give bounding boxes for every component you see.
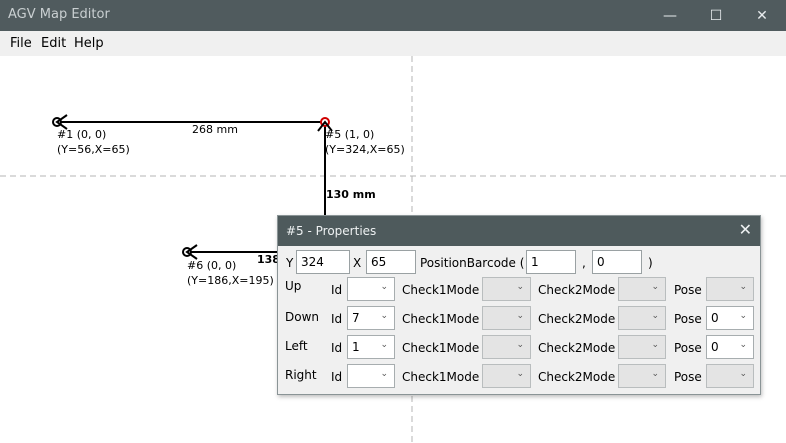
row-left-pose-label: Pose — [674, 341, 702, 355]
row-right-check2-label: Check2Mode — [538, 370, 616, 384]
row-up-id-label: Id — [331, 283, 343, 297]
row-down-check1-select[interactable]: ⌄ — [482, 306, 531, 330]
edge-label-1-5: 268 mm — [192, 123, 238, 136]
row-left-pose-value: 0 — [711, 340, 719, 354]
row-down-check2-label: Check2Mode — [538, 312, 616, 326]
row-right-id-select[interactable]: ⌄ — [347, 364, 395, 388]
menu-bar: File Edit Help — [0, 31, 786, 56]
chevron-down-icon: ⌄ — [380, 369, 388, 379]
title-bar: AGV Map Editor — ☐ ✕ — [0, 0, 786, 31]
node-1-label: #1 (0, 0) (Y=56,X=65) — [57, 127, 130, 157]
chevron-down-icon: ⌄ — [380, 282, 388, 292]
row-left-id-select[interactable]: 1 ⌄ — [347, 335, 395, 359]
row-down-pose-value: 0 — [711, 311, 719, 325]
x-input[interactable]: 65 — [366, 250, 416, 274]
row-left-pose-select[interactable]: 0 ⌄ — [706, 335, 754, 359]
edge-label-5-vertical: 130 mm — [326, 188, 376, 201]
chevron-down-icon: ⌄ — [739, 282, 747, 292]
row-left-check2-label: Check2Mode — [538, 341, 616, 355]
node-6-coords: (Y=186,X=195) — [187, 274, 274, 287]
row-left-check1-label: Check1Mode — [402, 341, 480, 355]
row-up-pose-label: Pose — [674, 283, 702, 297]
row-left-check2-select[interactable]: ⌄ — [618, 335, 666, 359]
row-down-id-value: 7 — [352, 311, 360, 325]
row-right-pose-select[interactable]: ⌄ — [706, 364, 754, 388]
chevron-down-icon: ⌄ — [651, 282, 659, 292]
chevron-down-icon: ⌄ — [516, 311, 524, 321]
chevron-down-icon: ⌄ — [739, 311, 747, 321]
barcode-input-2[interactable]: 0 — [592, 250, 642, 274]
node-5-coords: (Y=324,X=65) — [325, 143, 405, 156]
row-up-check1-select[interactable]: ⌄ — [482, 277, 531, 301]
row-up-id-select[interactable]: ⌄ — [347, 277, 395, 301]
menu-file[interactable]: File — [10, 36, 32, 51]
dialog-close-icon[interactable]: ✕ — [739, 220, 752, 239]
row-up-label: Up — [285, 279, 302, 293]
barcode-comma: , — [582, 256, 586, 270]
y-label: Y — [286, 256, 294, 270]
row-right-check2-select[interactable]: ⌄ — [618, 364, 666, 388]
chevron-down-icon: ⌄ — [739, 340, 747, 350]
row-right-pose-label: Pose — [674, 370, 702, 384]
row-up-check2-select[interactable]: ⌄ — [618, 277, 666, 301]
node-5-id: #5 (1, 0) — [325, 128, 375, 141]
row-up-check1-label: Check1Mode — [402, 283, 480, 297]
row-left-id-label: Id — [331, 341, 343, 355]
y-input[interactable]: 324 — [296, 250, 350, 274]
chevron-down-icon: ⌄ — [651, 340, 659, 350]
row-down-check2-select[interactable]: ⌄ — [618, 306, 666, 330]
row-down-id-select[interactable]: 7 ⌄ — [347, 306, 395, 330]
row-right-id-label: Id — [331, 370, 343, 384]
menu-edit[interactable]: Edit — [41, 36, 66, 51]
chevron-down-icon: ⌄ — [380, 311, 388, 321]
chevron-down-icon: ⌄ — [651, 311, 659, 321]
chevron-down-icon: ⌄ — [516, 340, 524, 350]
menu-help[interactable]: Help — [74, 36, 104, 51]
row-down-pose-select[interactable]: 0 ⌄ — [706, 306, 754, 330]
row-right-label: Right — [285, 368, 317, 382]
position-barcode-label: PositionBarcode ( — [420, 256, 525, 270]
row-up-pose-select[interactable]: ⌄ — [706, 277, 754, 301]
row-left-label: Left — [285, 339, 308, 353]
node-1-id: #1 (0, 0) — [57, 128, 107, 141]
row-down-id-label: Id — [331, 312, 343, 326]
window-title: AGV Map Editor — [8, 7, 110, 22]
row-up-check2-label: Check2Mode — [538, 283, 616, 297]
dialog-title: #5 - Properties — [286, 224, 377, 238]
properties-dialog: #5 - Properties ✕ Y 324 X 65 PositionBar… — [277, 215, 761, 395]
chevron-down-icon: ⌄ — [380, 340, 388, 350]
row-down-pose-label: Pose — [674, 312, 702, 326]
maximize-button[interactable]: ☐ — [693, 0, 739, 31]
minimize-button[interactable]: — — [647, 0, 693, 31]
row-left-check1-select[interactable]: ⌄ — [482, 335, 531, 359]
chevron-down-icon: ⌄ — [651, 369, 659, 379]
node-1-coords: (Y=56,X=65) — [57, 143, 130, 156]
chevron-down-icon: ⌄ — [516, 282, 524, 292]
chevron-down-icon: ⌄ — [739, 369, 747, 379]
barcode-input-1[interactable]: 1 — [526, 250, 576, 274]
row-down-label: Down — [285, 310, 320, 324]
row-right-check1-select[interactable]: ⌄ — [482, 364, 531, 388]
barcode-paren: ) — [648, 256, 653, 270]
dialog-title-bar: #5 - Properties ✕ — [278, 216, 760, 246]
row-left-id-value: 1 — [352, 340, 360, 354]
row-right-check1-label: Check1Mode — [402, 370, 480, 384]
node-5-label: #5 (1, 0) (Y=324,X=65) — [325, 127, 405, 157]
x-label: X — [353, 256, 362, 270]
row-down-check1-label: Check1Mode — [402, 312, 480, 326]
close-window-button[interactable]: ✕ — [739, 0, 785, 31]
chevron-down-icon: ⌄ — [516, 369, 524, 379]
